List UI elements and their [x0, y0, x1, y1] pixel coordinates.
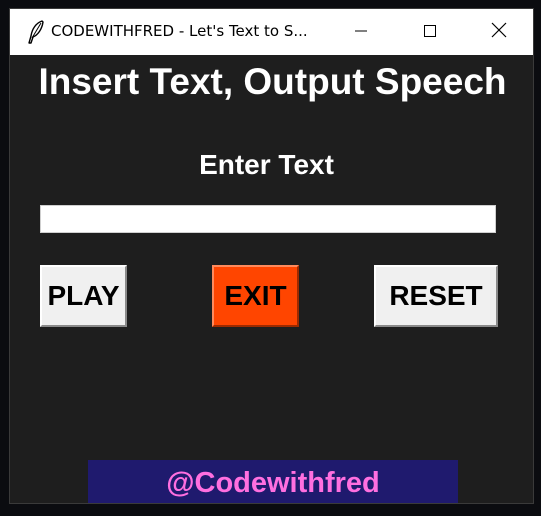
page-title: Insert Text, Output Speech: [38, 61, 507, 102]
minimize-button[interactable]: [338, 9, 384, 55]
maximize-icon: [423, 23, 437, 42]
window-title: CODEWITHFRED - Let's Text to S...: [51, 22, 308, 40]
feather-icon: [26, 20, 46, 44]
reset-button[interactable]: RESET: [374, 265, 498, 327]
text-input[interactable]: [40, 205, 496, 233]
close-icon: [491, 22, 507, 42]
footer-banner: @Codewithfred: [88, 460, 458, 503]
exit-button[interactable]: EXIT: [212, 265, 299, 327]
enter-text-label: Enter Text: [199, 149, 334, 180]
close-button[interactable]: [476, 9, 522, 55]
app-window: CODEWITHFRED - Let's Text to S... Insert…: [9, 8, 534, 504]
minimize-icon: [354, 23, 368, 42]
play-button[interactable]: PLAY: [40, 265, 127, 327]
footer-credit: @Codewithfred: [166, 466, 380, 499]
maximize-button[interactable]: [407, 9, 453, 55]
title-bar[interactable]: CODEWITHFRED - Let's Text to S...: [10, 9, 533, 55]
